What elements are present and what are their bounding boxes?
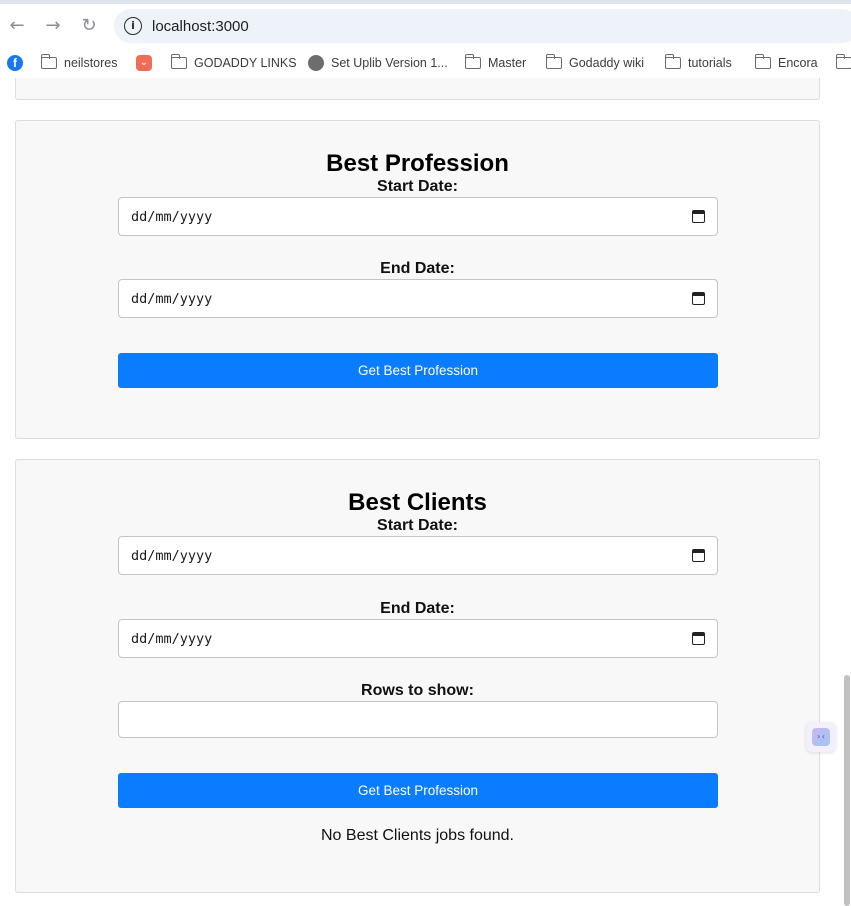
bookmarks-bar: f neilstores ⌄ GODADDY LINKS Set Uplib V… xyxy=(0,48,851,78)
end-date-placeholder: dd/mm/yyyy xyxy=(131,291,213,307)
start-date-placeholder: dd/mm/yyyy xyxy=(131,548,213,564)
url-text[interactable]: localhost:3000 xyxy=(152,18,249,35)
folder-icon xyxy=(545,54,562,69)
address-bar[interactable]: i localhost:3000 xyxy=(114,9,851,43)
bookmark-label: Encora xyxy=(778,56,818,70)
bookmark-neilstores[interactable]: neilstores xyxy=(40,54,118,72)
start-date-label: Start Date: xyxy=(377,178,458,195)
end-date-input[interactable]: dd/mm/yyyy xyxy=(118,619,718,658)
globe-icon xyxy=(308,55,324,71)
extension-icon: ›‹ xyxy=(812,728,830,746)
bookmark-pocket[interactable]: ⌄ xyxy=(136,54,159,72)
get-best-clients-button[interactable]: Get Best Profession xyxy=(118,773,718,808)
bookmark-facebook[interactable]: f xyxy=(7,54,30,72)
facebook-icon: f xyxy=(7,55,23,71)
folder-icon xyxy=(464,54,481,69)
start-date-label: Start Date: xyxy=(377,517,458,534)
bookmark-overflow-folder[interactable] xyxy=(835,54,851,72)
calendar-icon[interactable] xyxy=(692,549,705,562)
best-profession-title: Best Profession xyxy=(326,150,509,177)
back-arrow-icon[interactable]: ← xyxy=(5,14,29,38)
calendar-icon[interactable] xyxy=(692,210,705,223)
browser-toolbar: ← → ↻ i localhost:3000 xyxy=(0,4,851,48)
best-clients-result-message: No Best Clients jobs found. xyxy=(321,827,514,844)
bookmark-master[interactable]: Master xyxy=(464,54,527,72)
bookmark-tutorials[interactable]: tutorials xyxy=(664,54,732,72)
bookmark-godaddy-wiki[interactable]: Godaddy wiki xyxy=(545,54,645,72)
bookmark-label: GODADDY LINKS xyxy=(194,56,297,70)
previous-section-card xyxy=(15,78,820,100)
start-date-input[interactable]: dd/mm/yyyy xyxy=(118,536,718,575)
calendar-icon[interactable] xyxy=(692,292,705,305)
forward-arrow-icon[interactable]: → xyxy=(41,14,65,38)
site-info-icon[interactable]: i xyxy=(124,17,142,35)
end-date-placeholder: dd/mm/yyyy xyxy=(131,631,213,647)
folder-icon xyxy=(835,54,851,69)
bookmark-label: Set Uplib Version 1... xyxy=(331,56,448,70)
start-date-placeholder: dd/mm/yyyy xyxy=(131,209,213,225)
bookmark-encora[interactable]: Encora xyxy=(754,54,818,72)
calendar-icon[interactable] xyxy=(692,632,705,645)
best-clients-title: Best Clients xyxy=(348,489,487,516)
bookmark-label: neilstores xyxy=(64,56,118,70)
bookmark-label: Master xyxy=(488,56,527,70)
end-date-label: End Date: xyxy=(380,260,455,277)
rows-to-show-label: Rows to show: xyxy=(361,682,474,699)
folder-icon xyxy=(40,54,57,69)
page-scrollbar[interactable] xyxy=(844,675,850,906)
best-profession-card: Best Profession Start Date: dd/mm/yyyy E… xyxy=(15,120,820,439)
folder-icon xyxy=(170,54,187,69)
bookmark-godaddy-links[interactable]: GODADDY LINKS xyxy=(170,54,297,72)
pocket-icon: ⌄ xyxy=(136,55,152,71)
bookmark-label: tutorials xyxy=(688,56,732,70)
page-viewport: Best Profession Start Date: dd/mm/yyyy E… xyxy=(0,78,851,906)
folder-icon xyxy=(754,54,771,69)
get-best-profession-button[interactable]: Get Best Profession xyxy=(118,353,718,388)
extension-widget[interactable]: ›‹ xyxy=(806,722,836,752)
start-date-input[interactable]: dd/mm/yyyy xyxy=(118,197,718,236)
rows-to-show-input[interactable] xyxy=(118,701,718,738)
end-date-input[interactable]: dd/mm/yyyy xyxy=(118,279,718,318)
bookmark-set-uplib[interactable]: Set Uplib Version 1... xyxy=(308,54,448,72)
reload-icon[interactable]: ↻ xyxy=(77,14,101,38)
folder-icon xyxy=(664,54,681,69)
end-date-label: End Date: xyxy=(380,600,455,617)
best-clients-card: Best Clients Start Date: dd/mm/yyyy End … xyxy=(15,459,820,893)
bookmark-label: Godaddy wiki xyxy=(569,56,645,70)
